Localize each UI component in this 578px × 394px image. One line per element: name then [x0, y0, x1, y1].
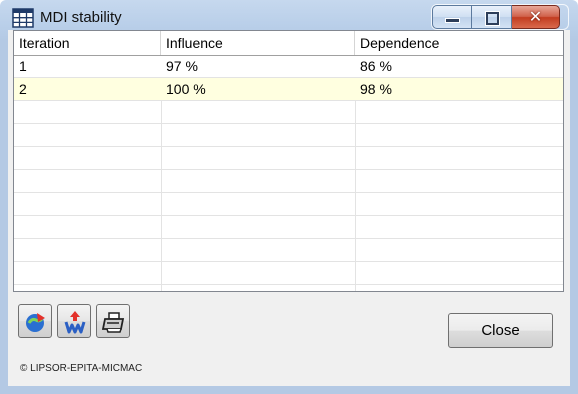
- minimize-icon: [446, 19, 459, 22]
- stability-table[interactable]: Iteration Influence Dependence 1 97 % 86…: [13, 30, 564, 292]
- column-divider: [355, 101, 356, 291]
- close-icon: ✕: [528, 7, 543, 26]
- copyright-text: © LIPSOR-EPITA-MICMAC: [20, 363, 143, 374]
- weight-button[interactable]: [57, 304, 91, 338]
- table-row-selected[interactable]: 2 100 % 98 %: [14, 78, 563, 101]
- export-button[interactable]: [18, 304, 52, 338]
- printer-icon: [102, 312, 125, 333]
- print-button[interactable]: [96, 304, 130, 338]
- column-divider: [161, 101, 162, 291]
- empty-row: [14, 239, 563, 262]
- caption-buttons: ✕: [432, 5, 568, 29]
- table-row[interactable]: 1 97 % 86 %: [14, 55, 563, 78]
- maximize-button[interactable]: [472, 5, 512, 29]
- cell-dependence: 86 %: [360, 58, 392, 74]
- empty-row: [14, 124, 563, 147]
- column-header-dependence[interactable]: Dependence: [355, 31, 563, 55]
- window-title: MDI stability: [40, 9, 122, 26]
- mdi-stability-window: MDI stability ✕ Iteration Influence Depe…: [0, 0, 578, 394]
- cell-iteration: 2: [19, 81, 27, 97]
- table-header: Iteration Influence Dependence: [14, 31, 563, 56]
- empty-row: [14, 147, 563, 170]
- cell-influence: 100 %: [166, 81, 206, 97]
- empty-row: [14, 170, 563, 193]
- column-header-influence[interactable]: Influence: [161, 31, 355, 55]
- cell-iteration: 1: [19, 58, 27, 74]
- empty-row: [14, 101, 563, 124]
- maximize-icon: [486, 12, 499, 25]
- client-area: Iteration Influence Dependence 1 97 % 86…: [8, 30, 570, 386]
- weight-icon: [64, 311, 86, 334]
- empty-row: [14, 262, 563, 285]
- window-close-button[interactable]: ✕: [512, 5, 560, 29]
- export-icon: [26, 313, 45, 332]
- minimize-button[interactable]: [432, 5, 472, 29]
- cell-influence: 97 %: [166, 58, 198, 74]
- table-grid-icon: [12, 8, 34, 28]
- empty-row: [14, 216, 563, 239]
- column-header-iteration[interactable]: Iteration: [14, 31, 161, 55]
- close-button[interactable]: Close: [448, 313, 553, 348]
- cell-dependence: 98 %: [360, 81, 392, 97]
- empty-row: [14, 193, 563, 216]
